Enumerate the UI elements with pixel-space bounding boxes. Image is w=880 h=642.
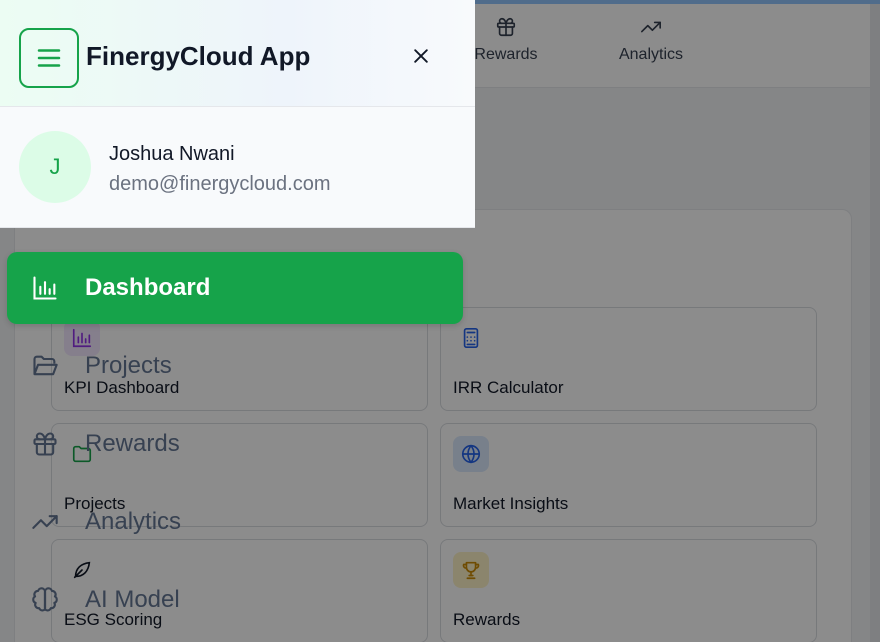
app-title: FinergyCloud App	[86, 41, 311, 71]
nav-item-label: AI Model	[85, 586, 180, 613]
nav-item-label: Dashboard	[85, 274, 211, 301]
bar-chart-icon	[31, 274, 59, 302]
drawer-header: FinergyCloud App	[0, 0, 475, 107]
folder-open-icon	[31, 352, 59, 380]
avatar: J	[19, 131, 91, 203]
gift-icon	[31, 430, 59, 458]
nav-item-rewards[interactable]: Rewards	[7, 408, 463, 480]
user-profile: J Joshua Nwani demo@finergycloud.com	[0, 107, 475, 228]
trending-up-icon	[31, 508, 59, 536]
brain-icon	[31, 586, 59, 614]
user-name: Joshua Nwani	[109, 143, 235, 165]
nav-item-analytics[interactable]: Analytics	[7, 486, 463, 558]
nav-item-projects[interactable]: Projects	[7, 330, 463, 402]
drawer-nav: Dashboard Projects Rewards Analytics AI …	[0, 228, 475, 642]
close-drawer-button[interactable]	[405, 40, 437, 72]
nav-item-label: Rewards	[85, 430, 180, 457]
nav-item-dashboard[interactable]: Dashboard	[7, 252, 463, 324]
nav-item-ai-model[interactable]: AI Model	[7, 564, 463, 636]
close-icon	[414, 49, 428, 63]
user-email: demo@finergycloud.com	[109, 173, 331, 195]
menu-button[interactable]	[19, 28, 79, 88]
nav-item-label: Projects	[85, 352, 172, 379]
navigation-drawer: FinergyCloud App J Joshua Nwani demo@fin…	[0, 0, 475, 642]
hamburger-icon	[37, 49, 61, 67]
nav-item-label: Analytics	[85, 508, 182, 535]
